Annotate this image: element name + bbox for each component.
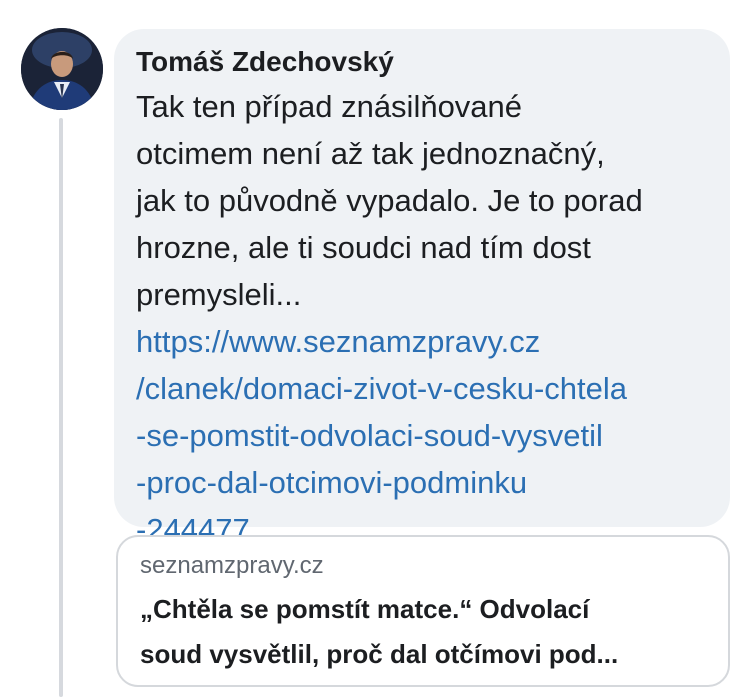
avatar[interactable] <box>21 28 103 110</box>
comment-link-line: /clanek/domaci-zivot-v-cesku-chtela <box>136 371 628 406</box>
comment-author[interactable]: Tomáš Zdechovský <box>136 45 710 79</box>
comment-text-line: premysleli... <box>136 277 302 312</box>
profile-photo-icon <box>21 28 103 110</box>
comment-text: Tak ten případ znásilňované otcimem není… <box>136 83 710 318</box>
link-preview-title-line: „Chtěla se pomstít matce.“ Odvolací <box>140 594 590 624</box>
reply-thread-line <box>59 118 63 697</box>
comment-text-line: otcimem není až tak jednoznačný, <box>136 136 605 171</box>
link-preview-card[interactable]: seznamzpravy.cz „Chtěla se pomstít matce… <box>116 535 730 687</box>
comment-bubble: Tomáš Zdechovský Tak ten případ znásilňo… <box>114 29 730 547</box>
comment-link-line: https://www.seznamzpravy.cz <box>136 324 541 359</box>
comment-link-line: -se-pomstit-odvolaci-soud-vysvetil <box>136 418 603 453</box>
comment-link-line: -proc-dal-otcimovi-podminku <box>136 465 528 500</box>
comment-text-line: hrozne, ale ti soudci nad tím dost <box>136 230 591 265</box>
link-preview-domain: seznamzpravy.cz <box>140 552 324 579</box>
comment-text-line: jak to původně vypadalo. Je to porad <box>136 183 643 218</box>
comment-thread: Tomáš Zdechovský Tak ten případ znásilňo… <box>0 0 750 697</box>
link-preview-title: „Chtěla se pomstít matce.“ Odvolací soud… <box>140 587 708 677</box>
comment-link[interactable]: https://www.seznamzpravy.cz /clanek/doma… <box>136 318 710 553</box>
link-preview-title-line: soud vysvětlil, proč dal otčímovi pod... <box>140 639 619 669</box>
comment-text-line: Tak ten případ znásilňované <box>136 89 523 124</box>
